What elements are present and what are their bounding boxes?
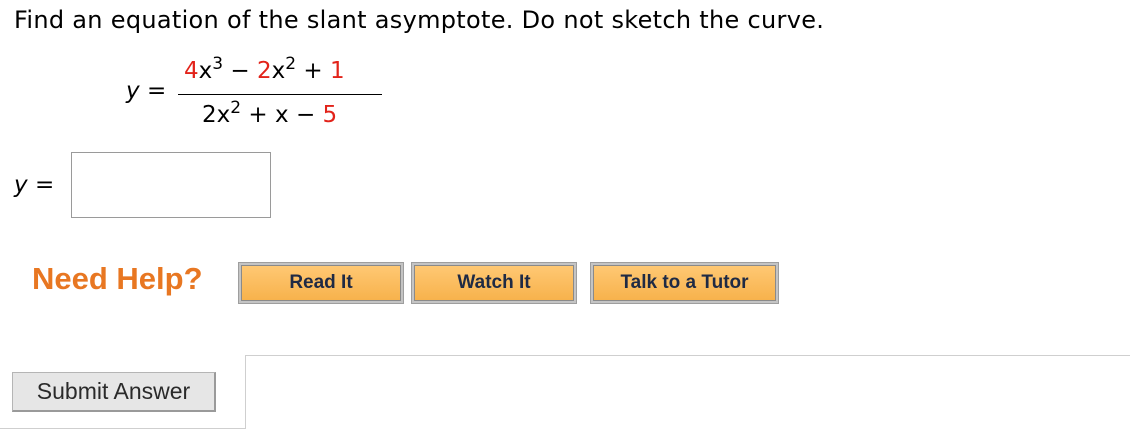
answer-label-equals: =: [34, 172, 55, 198]
fraction-numerator: 4x3 − 2x2 + 1: [184, 56, 345, 85]
submit-answer-button[interactable]: Submit Answer: [12, 372, 216, 412]
fraction-denominator: 2x2 + x − 5: [202, 100, 338, 129]
submit-area-bottom-divider: [0, 428, 246, 429]
numerator-constant: 1: [330, 58, 345, 84]
need-help-label: Need Help?: [32, 261, 203, 296]
numerator-op-2: +: [303, 58, 323, 84]
talk-to-tutor-button[interactable]: Talk to a Tutor: [590, 262, 779, 304]
rational-function-fraction: 4x3 − 2x2 + 1 2x2 + x − 5: [178, 56, 382, 138]
read-it-button-label: Read It: [241, 265, 401, 301]
numerator-var-1: x: [198, 58, 213, 84]
equation-lhs: y =: [126, 78, 166, 104]
question-text: Find an equation of the slant asymptote.…: [14, 6, 825, 34]
numerator-coef-2: 2: [257, 58, 272, 84]
submit-area-top-divider: [246, 355, 1130, 356]
answer-input[interactable]: [71, 152, 271, 218]
denominator-constant: 5: [322, 102, 338, 128]
read-it-button[interactable]: Read It: [238, 262, 404, 304]
denominator-var-1: x: [216, 102, 231, 128]
watch-it-button-label: Watch It: [414, 265, 574, 301]
talk-to-tutor-button-label: Talk to a Tutor: [593, 265, 776, 301]
denominator-exp-1: 2: [230, 98, 242, 118]
denominator-op-1: +: [248, 102, 268, 128]
numerator-var-2: x: [271, 58, 286, 84]
numerator-exp-2: 2: [285, 54, 297, 74]
numerator-exp-1: 3: [212, 54, 224, 74]
denominator-op-2: −: [295, 102, 316, 128]
numerator-coef-1: 4: [184, 58, 199, 84]
fraction-bar: [178, 94, 382, 95]
answer-label-variable: y: [14, 172, 28, 198]
denominator-coef-1: 2: [202, 102, 217, 128]
submit-area-side-divider: [245, 355, 246, 429]
denominator-var-2: x: [275, 102, 289, 128]
watch-it-button[interactable]: Watch It: [411, 262, 577, 304]
equation-equals-sign: =: [146, 78, 167, 104]
numerator-op-1: −: [230, 58, 250, 84]
equation-lhs-variable: y: [126, 78, 140, 104]
answer-label: y =: [14, 172, 54, 198]
